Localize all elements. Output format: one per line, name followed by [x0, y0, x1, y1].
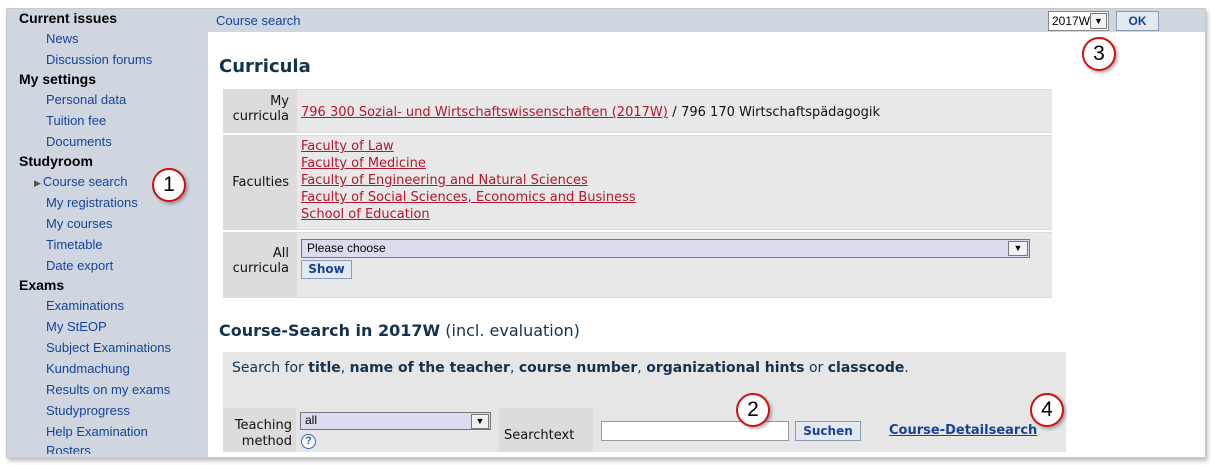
sidebar-item-date-export[interactable]: Date export: [7, 255, 208, 276]
sidebar-item-documents[interactable]: Documents: [7, 131, 208, 152]
main-content: Course search 2017W ▼ OK Curricula My cu…: [208, 9, 1205, 457]
callout-1: 1: [152, 168, 186, 202]
my-curriculum-link[interactable]: 796 300 Sozial- und Wirtschaftswissensch…: [301, 105, 668, 120]
triangle-right-icon: ▶: [34, 178, 41, 188]
help-icon[interactable]: ?: [301, 434, 316, 449]
sidebar-item-studyprogress[interactable]: Studyprogress: [7, 400, 208, 421]
semester-select-value: 2017W: [1052, 14, 1091, 28]
sidebar-section-studyroom: Studyroom: [19, 153, 93, 169]
top-bar: Course search 2017W ▼ OK: [208, 9, 1205, 32]
course-search-panel: Search for title, name of the teacher, c…: [223, 352, 1066, 452]
course-search-heading: Course-Search in 2017W (incl. evaluation…: [219, 321, 580, 340]
my-curricula-row: My curricula 796 300 Sozial- und Wirtsch…: [223, 89, 1052, 133]
sidebar-item-my-courses[interactable]: My courses: [7, 213, 208, 234]
teaching-method-label: Teaching method: [234, 418, 292, 449]
teaching-method-label-cell: Teaching method: [223, 408, 296, 452]
sidebar-item-rosters[interactable]: Rosters: [7, 442, 208, 454]
my-curricula-label: My curricula: [232, 94, 289, 124]
semester-select[interactable]: 2017W ▼: [1048, 11, 1109, 31]
teaching-method-value: all: [305, 413, 318, 427]
course-detailsearch-link[interactable]: Course-Detailsearch: [889, 423, 1037, 438]
callout-2: 2: [736, 393, 770, 427]
curricula-select-value: Please choose: [307, 241, 386, 255]
window: Current issues News Discussion forums My…: [6, 8, 1206, 458]
sidebar-item-label: Course search: [42, 174, 128, 189]
faculty-link-law[interactable]: Faculty of Law: [301, 139, 394, 154]
sidebar-item-my-steop[interactable]: My StEOP: [7, 316, 208, 337]
searchtext-label: Searchtext: [504, 428, 575, 443]
ok-button[interactable]: OK: [1116, 11, 1159, 31]
faculties-row: Faculties Faculty of Law Faculty of Medi…: [223, 135, 1052, 230]
sidebar-item-examinations[interactable]: Examinations: [7, 295, 208, 316]
all-curricula-label: All curricula: [232, 246, 289, 276]
faculty-link-engineering[interactable]: Faculty of Engineering and Natural Scien…: [301, 173, 588, 188]
show-button[interactable]: Show: [301, 260, 352, 279]
sidebar-item-results-on-my-exams[interactable]: Results on my exams: [7, 379, 208, 400]
search-hint: Search for title, name of the teacher, c…: [232, 360, 909, 376]
sidebar-section-current-issues: Current issues: [19, 10, 118, 26]
breadcrumb[interactable]: Course search: [216, 13, 301, 28]
chevron-down-icon[interactable]: ▼: [1008, 241, 1028, 256]
all-curricula-row: All curricula Please choose ▼ Show: [223, 232, 1052, 298]
curriculum-separator: /: [672, 105, 677, 120]
sidebar-item-personal-data[interactable]: Personal data: [7, 89, 208, 110]
sidebar-item-discussion-forums[interactable]: Discussion forums: [7, 49, 208, 70]
my-curricula-cell: 796 300 Sozial- und Wirtschaftswissensch…: [297, 90, 1052, 132]
faculties-cell: Faculty of Law Faculty of Medicine Facul…: [297, 136, 1052, 229]
faculties-label: Faculties: [232, 175, 289, 190]
sidebar-item-news[interactable]: News: [7, 28, 208, 49]
chevron-down-icon[interactable]: ▼: [471, 414, 489, 429]
sidebar-item-help-examination[interactable]: Help Examination: [7, 421, 208, 442]
sidebar-item-kundmachung[interactable]: Kundmachung: [7, 358, 208, 379]
callout-3: 3: [1082, 37, 1116, 71]
callout-4: 4: [1030, 393, 1064, 427]
sidebar-section-my-settings: My settings: [19, 71, 97, 87]
chevron-down-icon[interactable]: ▼: [1090, 13, 1107, 29]
faculty-link-medicine[interactable]: Faculty of Medicine: [301, 156, 426, 171]
sidebar-item-timetable[interactable]: Timetable: [7, 234, 208, 255]
curricula-heading: Curricula: [219, 56, 311, 77]
curricula-select[interactable]: Please choose ▼: [301, 239, 1030, 258]
suchen-button[interactable]: Suchen: [795, 421, 861, 441]
searchtext-label-cell: Searchtext: [499, 408, 593, 452]
faculty-link-social-sciences[interactable]: Faculty of Social Sciences, Economics an…: [301, 190, 636, 205]
sidebar: Current issues News Discussion forums My…: [7, 9, 208, 457]
sidebar-item-subject-examinations[interactable]: Subject Examinations: [7, 337, 208, 358]
teaching-method-select[interactable]: all ▼: [300, 412, 491, 430]
faculty-link-education[interactable]: School of Education: [301, 207, 430, 222]
my-curriculum-second: 796 170 Wirtschaftspädagogik: [681, 105, 881, 120]
sidebar-item-tuition-fee[interactable]: Tuition fee: [7, 110, 208, 131]
sidebar-section-exams: Exams: [19, 277, 65, 293]
